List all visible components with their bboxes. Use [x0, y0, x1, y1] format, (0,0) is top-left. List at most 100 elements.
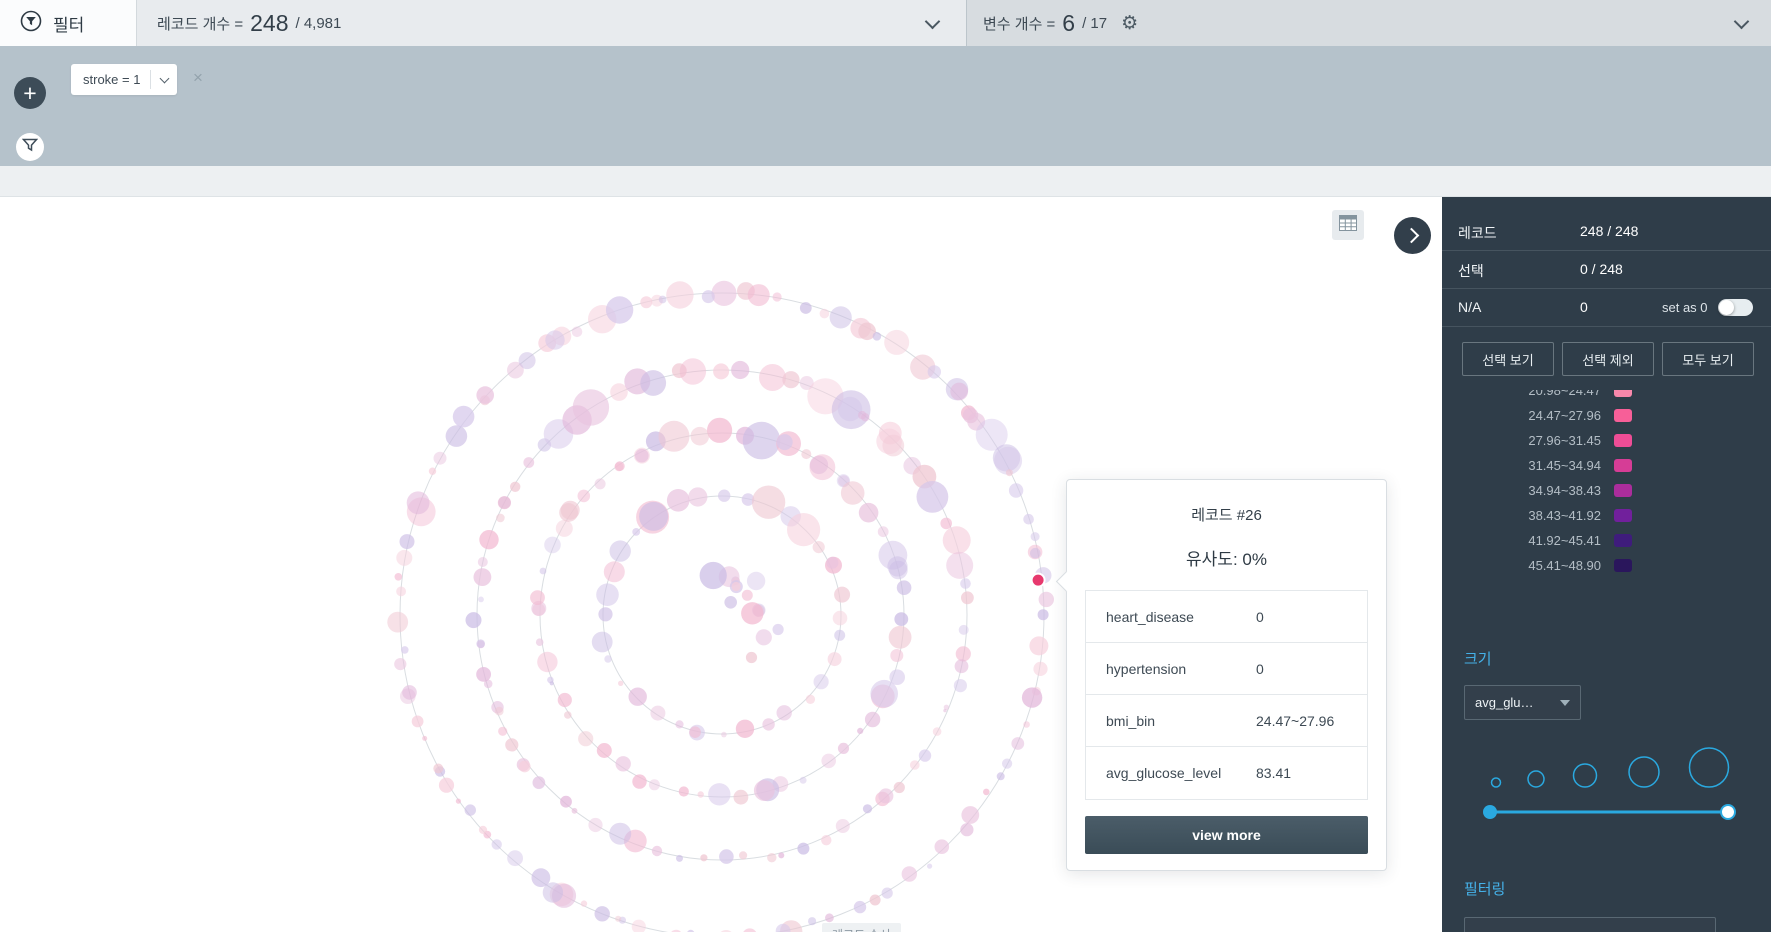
table-view-button[interactable] [1332, 210, 1364, 240]
data-point[interactable] [497, 496, 511, 510]
data-point[interactable] [739, 851, 748, 860]
data-point[interactable] [428, 467, 437, 475]
data-point[interactable] [679, 358, 707, 385]
data-point[interactable] [688, 487, 708, 507]
data-point[interactable] [510, 481, 521, 492]
data-point[interactable] [713, 363, 730, 380]
data-point[interactable] [772, 623, 784, 636]
data-point[interactable] [578, 731, 594, 747]
data-point[interactable] [778, 852, 785, 859]
data-point[interactable] [896, 580, 912, 595]
gear-icon[interactable]: ⚙ [1121, 12, 1138, 35]
data-point[interactable] [697, 791, 704, 798]
data-point[interactable] [571, 326, 583, 338]
data-point[interactable] [864, 711, 881, 728]
data-point[interactable] [399, 534, 415, 550]
data-point[interactable] [946, 551, 974, 579]
data-point[interactable] [719, 849, 734, 864]
data-point[interactable] [751, 485, 786, 519]
data-point[interactable] [742, 421, 781, 460]
data-point[interactable] [869, 894, 881, 906]
data-point[interactable] [401, 646, 409, 654]
data-point[interactable] [1030, 547, 1041, 559]
data-point[interactable] [797, 842, 810, 855]
data-point[interactable] [708, 783, 731, 806]
data-point[interactable] [494, 706, 504, 716]
data-point[interactable] [821, 835, 832, 846]
data-point[interactable] [609, 822, 632, 845]
data-point[interactable] [932, 727, 942, 736]
legend-item[interactable]: 34.94~38.43 [1442, 478, 1771, 503]
data-point[interactable] [615, 756, 631, 772]
data-point[interactable] [518, 760, 531, 773]
data-point[interactable] [878, 788, 894, 804]
filter-chip-stroke[interactable]: stroke = 1 [71, 64, 178, 95]
data-point[interactable] [890, 649, 904, 662]
data-point[interactable] [498, 726, 508, 736]
data-point[interactable] [560, 795, 572, 808]
data-point[interactable] [564, 711, 572, 719]
data-point[interactable] [476, 386, 495, 404]
data-point[interactable] [881, 887, 893, 899]
data-point[interactable] [523, 457, 535, 468]
data-point[interactable] [555, 519, 573, 537]
show-selected-button[interactable]: 선택 보기 [1462, 342, 1554, 376]
data-point[interactable] [591, 631, 613, 653]
data-point[interactable] [476, 639, 486, 648]
data-point[interactable] [787, 513, 821, 547]
data-point[interactable] [884, 329, 910, 355]
data-point[interactable] [927, 365, 941, 379]
data-point[interactable] [733, 789, 749, 805]
data-point[interactable] [1002, 758, 1013, 769]
data-point[interactable] [853, 900, 867, 914]
data-point[interactable] [776, 705, 792, 721]
data-point[interactable] [837, 742, 850, 755]
data-point[interactable] [640, 296, 653, 309]
data-point[interactable] [396, 586, 406, 597]
data-point[interactable] [745, 651, 758, 664]
data-point[interactable] [837, 396, 863, 422]
data-point[interactable] [577, 489, 591, 503]
data-point[interactable] [813, 674, 829, 690]
data-point[interactable] [465, 612, 482, 629]
data-point[interactable] [901, 866, 917, 882]
data-point[interactable] [596, 743, 612, 758]
data-point[interactable] [535, 638, 544, 646]
data-point[interactable] [700, 854, 708, 862]
data-point[interactable] [887, 556, 908, 577]
data-point[interactable] [648, 779, 660, 791]
data-point[interactable] [588, 817, 603, 833]
data-point[interactable] [872, 332, 882, 341]
filtering-dropdown-partial[interactable] [1464, 917, 1716, 932]
data-point[interactable] [559, 503, 578, 522]
data-point[interactable] [640, 370, 667, 396]
data-point[interactable] [455, 798, 461, 804]
data-point[interactable] [580, 900, 588, 907]
data-point[interactable] [916, 481, 949, 513]
data-point[interactable] [799, 302, 812, 314]
data-point[interactable] [918, 749, 932, 762]
data-point[interactable] [834, 586, 851, 603]
data-point[interactable] [707, 417, 733, 443]
data-point[interactable] [1029, 636, 1049, 656]
data-point[interactable] [721, 731, 727, 738]
legend-item[interactable]: 27.96~31.45 [1442, 428, 1771, 453]
data-point[interactable] [834, 629, 846, 641]
data-point[interactable] [961, 806, 980, 824]
data-point[interactable] [594, 478, 606, 490]
data-point[interactable] [631, 919, 646, 932]
data-point[interactable] [741, 589, 753, 601]
size-variable-dropdown[interactable]: avg_glu… [1464, 685, 1581, 720]
data-point[interactable] [1021, 687, 1043, 708]
data-point[interactable] [958, 624, 969, 635]
data-point[interactable] [628, 687, 647, 706]
data-point[interactable] [675, 720, 684, 729]
data-point[interactable] [651, 845, 663, 857]
data-point[interactable] [433, 451, 447, 465]
data-point[interactable] [1023, 721, 1030, 728]
data-point[interactable] [572, 389, 610, 426]
data-point[interactable] [598, 607, 613, 622]
data-point[interactable] [996, 772, 1005, 781]
data-point[interactable] [445, 425, 468, 447]
next-button[interactable] [1394, 217, 1431, 254]
